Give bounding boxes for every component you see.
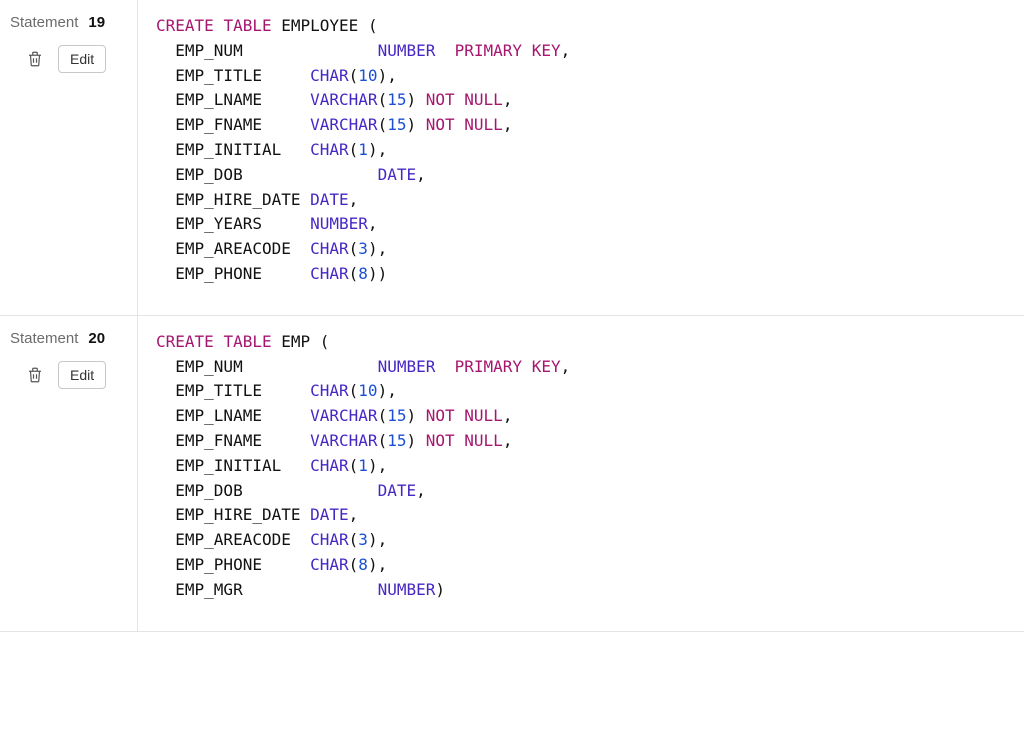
statement-sidebar: Statement 20 Edit — [0, 316, 138, 631]
statement-number: 19 — [88, 14, 105, 31]
statement-block: Statement 19 Edit CREATE TABLE EMPLOYEE ( E… — [0, 0, 1024, 316]
statement-header: Statement 19 — [10, 14, 127, 31]
statement-sidebar: Statement 19 Edit — [0, 0, 138, 315]
trash-icon[interactable] — [26, 366, 44, 384]
sql-code[interactable]: CREATE TABLE EMPLOYEE ( EMP_NUM NUMBER P… — [156, 14, 1006, 287]
trash-icon[interactable] — [26, 50, 44, 68]
sql-code-area: CREATE TABLE EMPLOYEE ( EMP_NUM NUMBER P… — [138, 0, 1024, 315]
statement-number: 20 — [88, 330, 105, 347]
statement-label: Statement — [10, 330, 78, 347]
statement-actions: Edit — [10, 361, 127, 389]
statement-header: Statement 20 — [10, 330, 127, 347]
edit-button[interactable]: Edit — [58, 361, 106, 389]
statement-block: Statement 20 Edit CREATE TABLE EMP ( EMP_NU… — [0, 316, 1024, 632]
edit-button[interactable]: Edit — [58, 45, 106, 73]
sql-code[interactable]: CREATE TABLE EMP ( EMP_NUM NUMBER PRIMAR… — [156, 330, 1006, 603]
statement-label: Statement — [10, 14, 78, 31]
statement-actions: Edit — [10, 45, 127, 73]
sql-code-area: CREATE TABLE EMP ( EMP_NUM NUMBER PRIMAR… — [138, 316, 1024, 631]
